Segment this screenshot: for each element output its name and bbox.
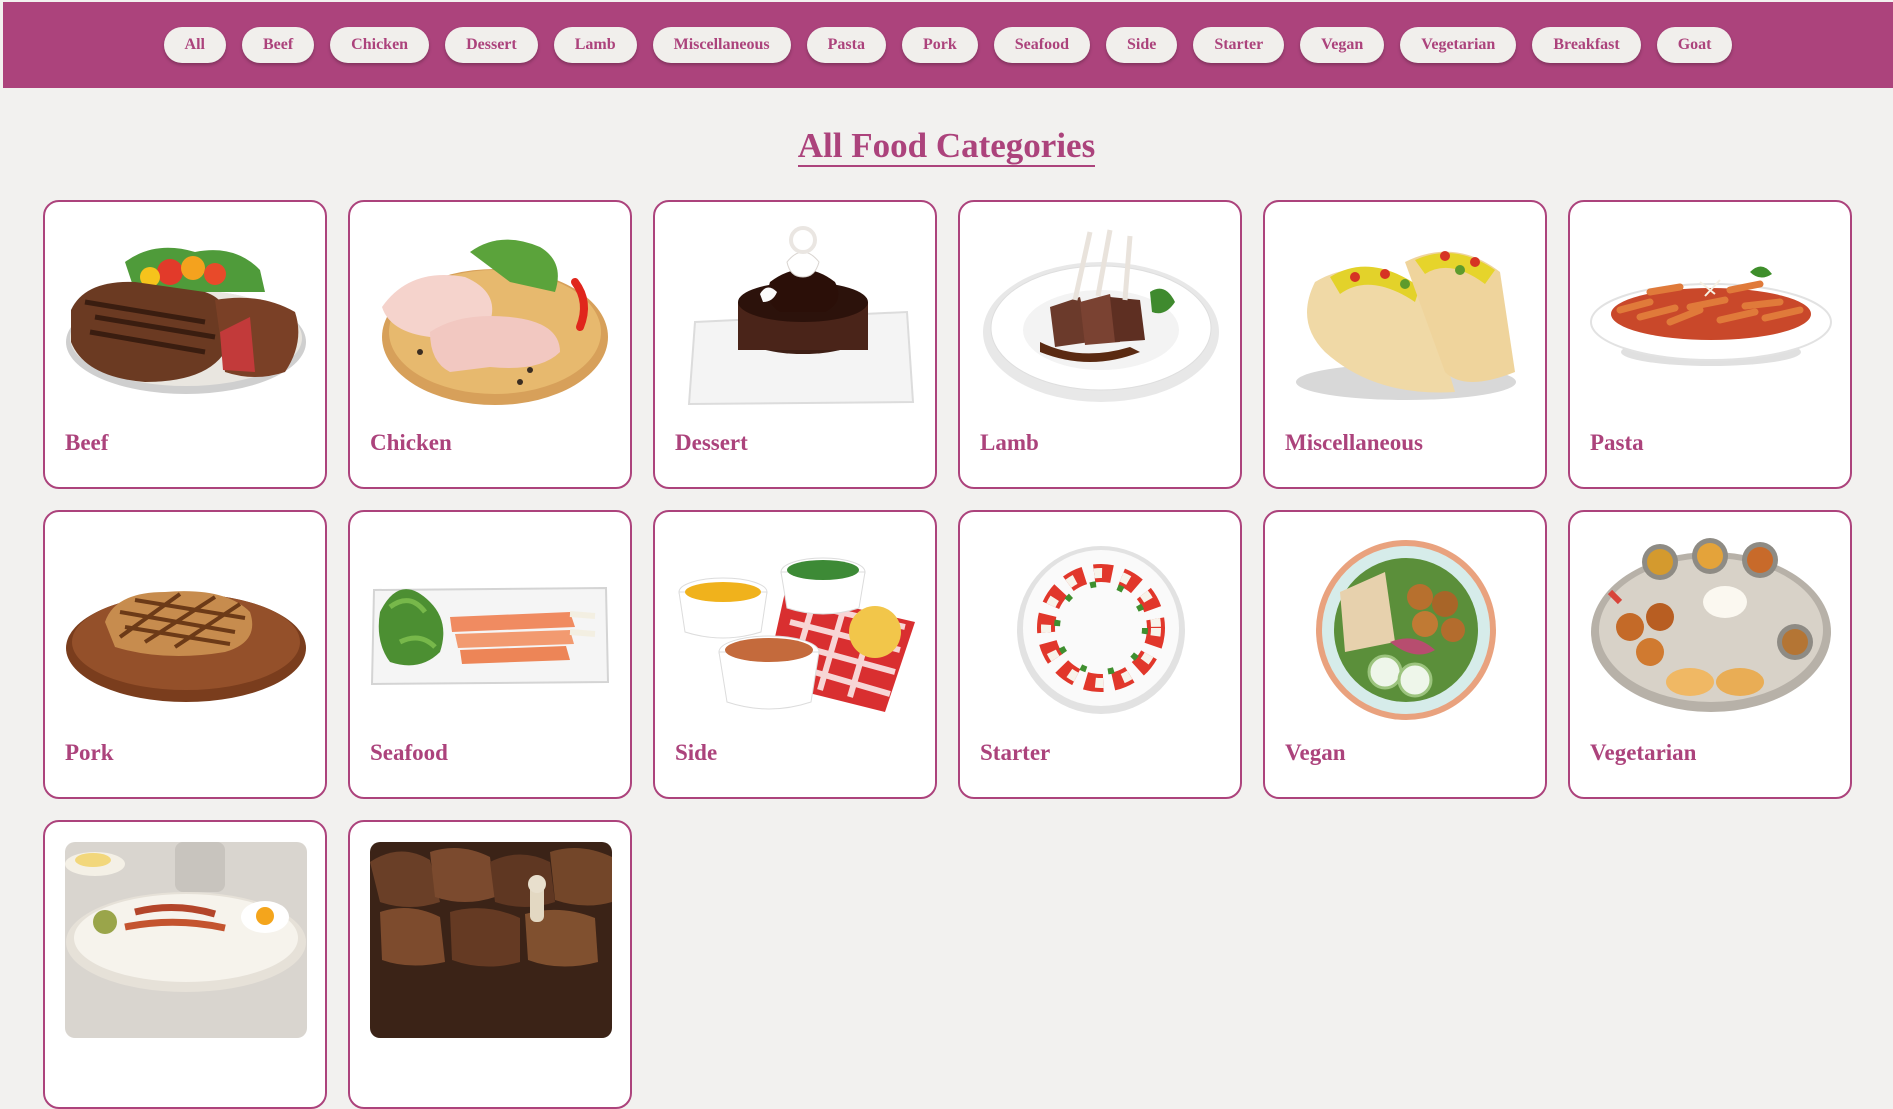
side-dishes-image <box>675 532 917 728</box>
category-card-pasta[interactable]: Pasta <box>1568 200 1852 489</box>
tacos-image <box>1285 222 1527 418</box>
nav-pill-side[interactable]: Side <box>1105 27 1178 63</box>
grilled-steak-image <box>65 222 307 418</box>
category-card-side[interactable]: Side <box>653 510 937 799</box>
nav-pill-breakfast[interactable]: Breakfast <box>1532 27 1641 63</box>
page-title: All Food Categories <box>797 126 1096 167</box>
category-card-pork[interactable]: Pork <box>43 510 327 799</box>
nav-pill-beef[interactable]: Beef <box>241 27 315 63</box>
nav-pill-seafood[interactable]: Seafood <box>993 27 1090 63</box>
page-heading: All Food Categories <box>0 126 1893 167</box>
penne-pasta-image <box>1590 222 1832 418</box>
raw-chicken-legs-image <box>370 222 612 418</box>
category-card-goat[interactable] <box>348 820 632 1109</box>
category-label: Pork <box>65 740 114 765</box>
falafel-bowl-image <box>1285 532 1527 728</box>
caprese-salad-image <box>980 532 1222 728</box>
salmon-plate-image <box>370 532 612 728</box>
category-card-miscellaneous[interactable]: Miscellaneous <box>1263 200 1547 489</box>
category-label: Pasta <box>1590 430 1644 455</box>
category-card-vegetarian[interactable]: Vegetarian <box>1568 510 1852 799</box>
category-card-breakfast[interactable] <box>43 820 327 1109</box>
goat-curry-image <box>370 842 612 1038</box>
category-label: Vegetarian <box>1590 740 1697 765</box>
category-card-lamb[interactable]: Lamb <box>958 200 1242 489</box>
category-label: Dessert <box>675 430 748 455</box>
category-label: Vegan <box>1285 740 1346 765</box>
nav-pill-lamb[interactable]: Lamb <box>553 27 637 63</box>
category-card-seafood[interactable]: Seafood <box>348 510 632 799</box>
nav-pill-vegan[interactable]: Vegan <box>1300 27 1385 63</box>
category-grid: Beef Chicken Dessert Lamb Miscellaneous … <box>43 200 1852 1109</box>
nav-pill-goat[interactable]: Goat <box>1656 27 1733 63</box>
nav-pill-pork[interactable]: Pork <box>901 27 978 63</box>
category-card-vegan[interactable]: Vegan <box>1263 510 1547 799</box>
pork-chop-image <box>65 532 307 728</box>
category-card-dessert[interactable]: Dessert <box>653 200 937 489</box>
category-card-beef[interactable]: Beef <box>43 200 327 489</box>
nav-pill-all[interactable]: All <box>163 27 226 63</box>
nav-pill-chicken[interactable]: Chicken <box>330 27 430 63</box>
category-label: Chicken <box>370 430 452 455</box>
category-label: Lamb <box>980 430 1039 455</box>
category-label: Beef <box>65 430 109 455</box>
nav-pill-pasta[interactable]: Pasta <box>806 27 886 63</box>
chocolate-lava-cake-image <box>675 222 917 418</box>
lamb-chops-image <box>980 222 1222 418</box>
category-card-chicken[interactable]: Chicken <box>348 200 632 489</box>
thali-platter-image <box>1590 532 1832 728</box>
nav-pill-starter[interactable]: Starter <box>1193 27 1285 63</box>
nav-pill-vegetarian[interactable]: Vegetarian <box>1400 27 1517 63</box>
category-nav-bar: All Beef Chicken Dessert Lamb Miscellane… <box>3 2 1893 88</box>
category-card-starter[interactable]: Starter <box>958 510 1242 799</box>
category-label: Seafood <box>370 740 448 765</box>
category-label: Starter <box>980 740 1051 765</box>
nav-pill-dessert[interactable]: Dessert <box>445 27 538 63</box>
nav-pill-miscellaneous[interactable]: Miscellaneous <box>652 27 791 63</box>
category-label: Miscellaneous <box>1285 430 1423 455</box>
category-label: Side <box>675 740 718 765</box>
breakfast-plate-image <box>65 842 307 1038</box>
